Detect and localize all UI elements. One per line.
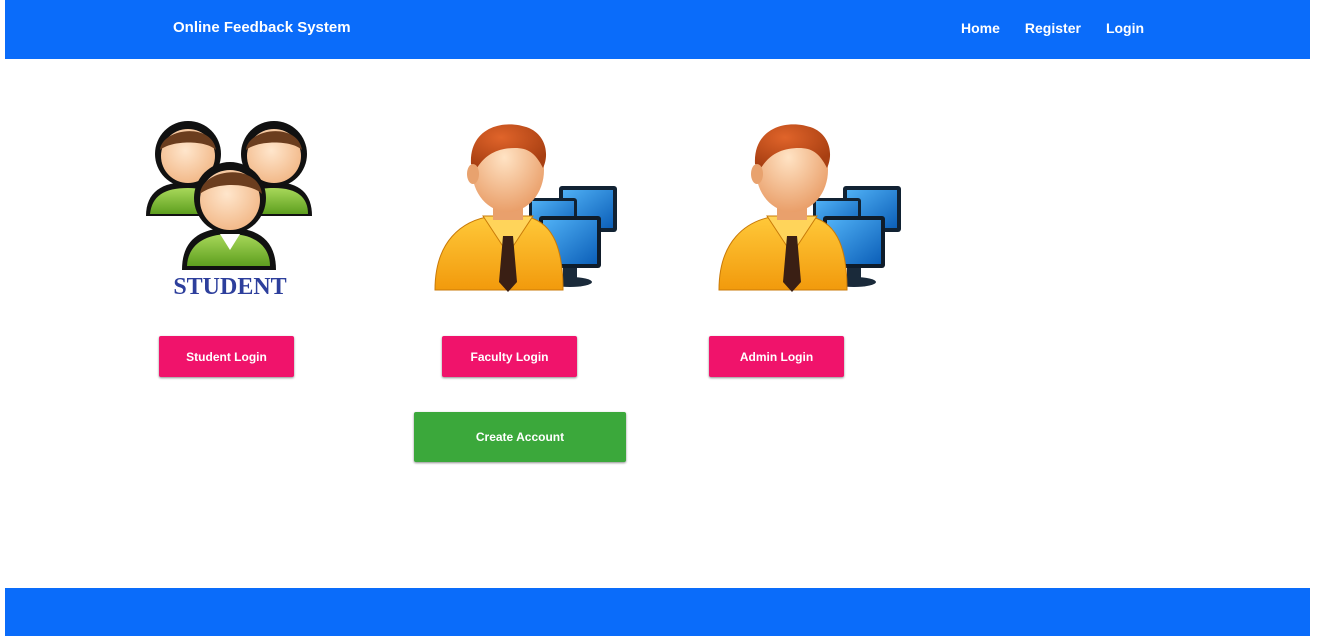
student-group-image: STUDENT: [146, 121, 312, 300]
admin-image: [718, 123, 902, 293]
student-caption-text: STUDENT: [173, 274, 286, 300]
admin-login-button[interactable]: Admin Login: [709, 336, 844, 377]
student-login-button[interactable]: Student Login: [159, 336, 294, 377]
brand-link[interactable]: Online Feedback System: [173, 19, 351, 36]
nav-links: Home Register Login: [961, 20, 1169, 36]
faculty-image: [434, 123, 618, 293]
create-account-button[interactable]: Create Account: [414, 412, 626, 462]
nav-register-link[interactable]: Register: [1025, 20, 1081, 36]
nav-home-link[interactable]: Home: [961, 20, 1000, 36]
footer-bar: [5, 588, 1310, 636]
faculty-login-button[interactable]: Faculty Login: [442, 336, 577, 377]
top-navbar: Online Feedback System Home Register Log…: [5, 0, 1310, 59]
nav-login-link[interactable]: Login: [1106, 20, 1144, 36]
